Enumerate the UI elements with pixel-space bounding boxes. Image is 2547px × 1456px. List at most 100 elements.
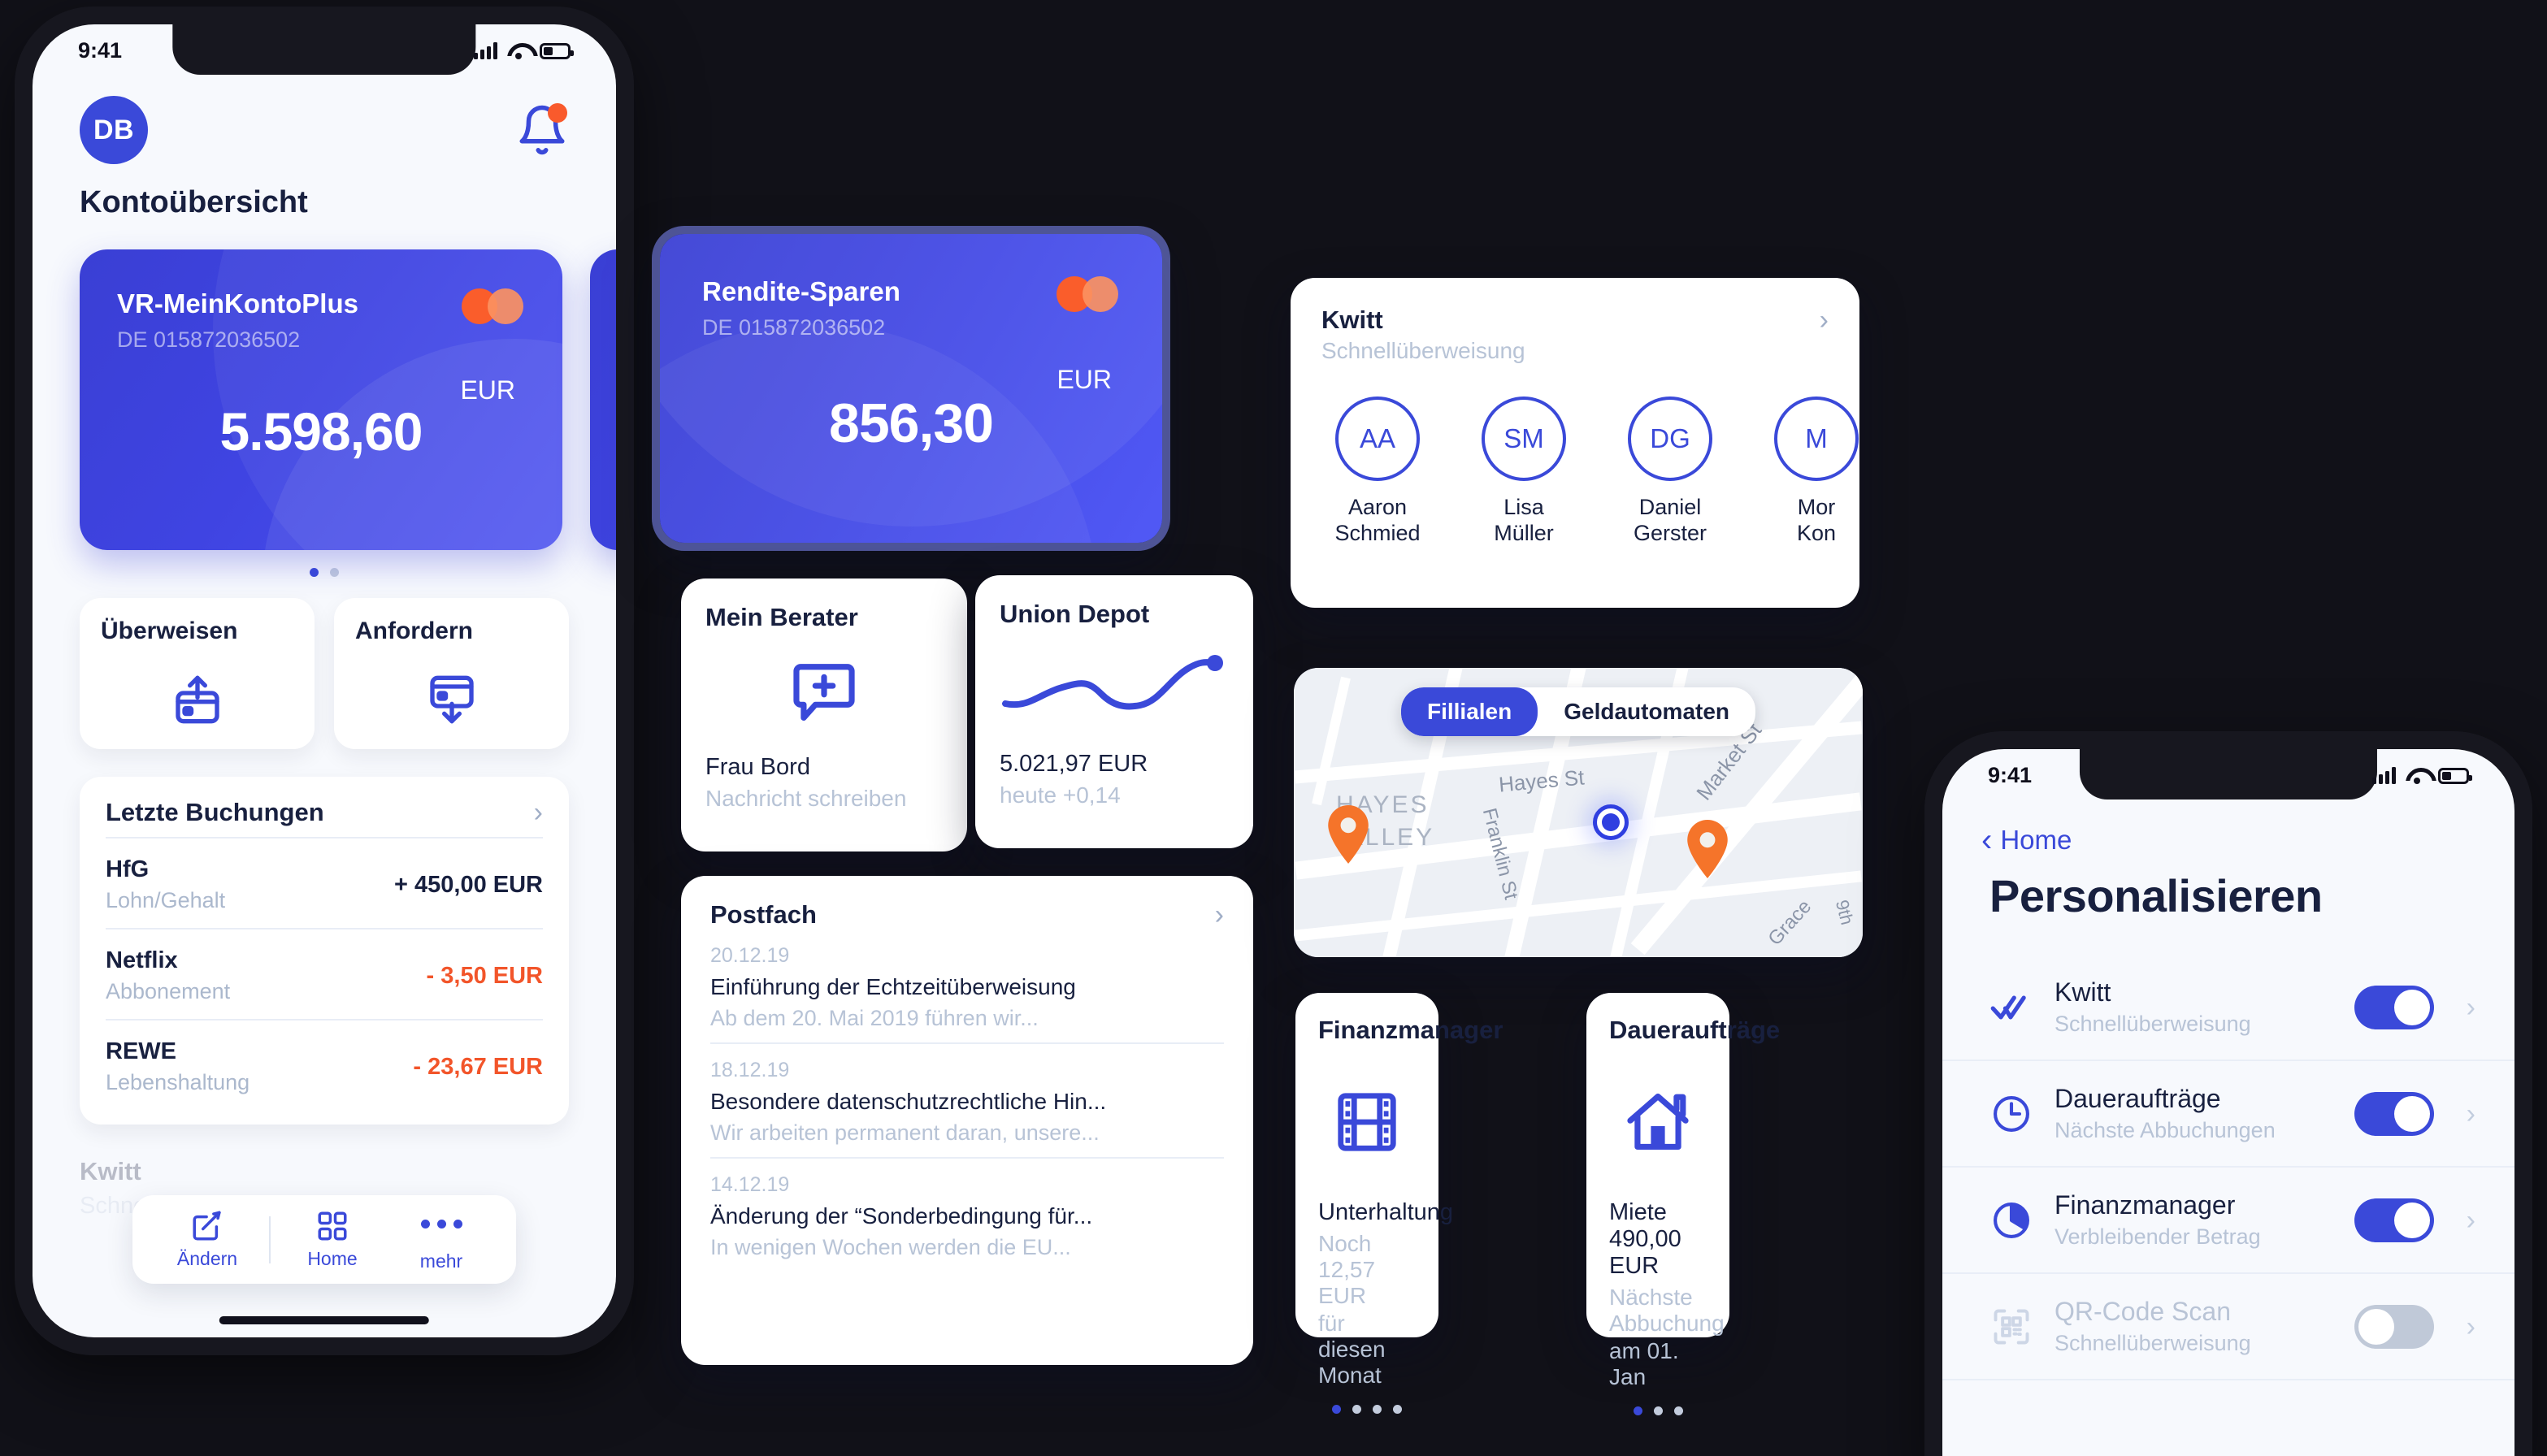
chevron-right-icon[interactable]: › — [2467, 1207, 2475, 1234]
carousel-dots[interactable] — [1609, 1406, 1707, 1415]
table-row[interactable]: HfG Lohn/Gehalt + 450,00 EUR — [106, 837, 543, 928]
phone-right-screen: 9:41 ‹ Home Personalisieren Kwitt Schnel… — [1942, 749, 2514, 1456]
message-subject: Einführung der Echtzeitüberweisung — [710, 974, 1076, 999]
list-item[interactable]: 14.12.19 Änderung der “Sonderbedingung f… — [710, 1159, 1224, 1272]
dauerauftraege-detail-2: am 01. Jan — [1609, 1338, 1679, 1389]
mastercard-icon — [1057, 276, 1118, 312]
avatar: M — [1774, 396, 1859, 481]
setting-row-qr-code-scan[interactable]: QR-Code Scan Schnellüberweisung › — [1942, 1274, 2514, 1380]
chevron-right-icon[interactable]: › — [2467, 1100, 2475, 1128]
action-anfordern[interactable]: Anfordern — [334, 598, 569, 749]
carousel-dots[interactable] — [33, 550, 616, 577]
tab-label: mehr — [419, 1250, 463, 1272]
tab-mehr[interactable]: mehr — [389, 1207, 493, 1272]
avatar[interactable]: DB — [80, 96, 148, 164]
pie-chart-icon — [1989, 1198, 2033, 1242]
dauerauftraege-detail-1: Nächste Abbuchung — [1609, 1285, 1725, 1336]
notification-bell-icon[interactable] — [515, 103, 569, 157]
avatar: AA — [1335, 396, 1420, 481]
finanzmanager-widget-card[interactable]: Finanzmanager Unterhaltung Noch 12,57 EU… — [1295, 993, 1503, 1414]
map-widget-card[interactable]: HAYES VALLEY Hayes St Market St Franklin… — [1294, 668, 1863, 957]
message-date: 14.12.19 — [710, 1173, 790, 1196]
chevron-right-icon[interactable]: › — [2467, 994, 2475, 1021]
carousel-dots[interactable] — [1318, 1405, 1416, 1414]
contact-name: Daniel Gerster — [1633, 495, 1707, 546]
toggle-kwitt[interactable] — [2354, 985, 2434, 1029]
back-label: Home — [2000, 825, 2072, 855]
message-preview: In wenigen Wochen werden die EU... — [710, 1235, 1071, 1259]
message-date: 18.12.19 — [710, 1059, 790, 1081]
depot-amount: 5.021,97 EUR — [1000, 751, 1148, 777]
chevron-right-icon[interactable]: › — [2467, 1313, 2475, 1341]
message-date: 20.12.19 — [710, 944, 790, 967]
berater-title: Mein Berater — [705, 603, 858, 631]
postfach-widget-card[interactable]: Postfach › 20.12.19 Einführung der Echtz… — [681, 876, 1253, 1365]
mastercard-icon — [462, 288, 523, 324]
card-upload-icon — [171, 675, 223, 728]
toggle-qr-code-scan[interactable] — [2354, 1304, 2434, 1349]
list-item[interactable]: 18.12.19 Besondere datenschutzrechtliche… — [710, 1044, 1224, 1159]
depot-title: Union Depot — [1000, 600, 1150, 628]
battery-icon — [540, 43, 574, 59]
phone-left: 9:41 DB Kontoübersicht VR-MeinKontoPlus … — [15, 6, 634, 1355]
dauerauftraege-amount: Miete 490,00 EUR — [1609, 1199, 1681, 1279]
notification-badge — [548, 103, 567, 123]
action-label: Überweisen — [101, 618, 238, 644]
kwitt-ghost-title: Kwitt — [80, 1157, 141, 1185]
transaction-name: HfG — [106, 856, 150, 882]
map-pin-icon[interactable] — [1326, 804, 1370, 864]
floating-account-card[interactable]: Rendite-Sparen DE 015872036502 EUR 856,3… — [660, 234, 1162, 543]
film-icon — [1318, 1045, 1416, 1199]
transactions-header[interactable]: Letzte Buchungen › — [106, 798, 543, 837]
tab-fillialen[interactable]: Fillialen — [1400, 687, 1538, 736]
screenshot-stage: 9:41 DB Kontoübersicht VR-MeinKontoPlus … — [0, 0, 2547, 1456]
berater-widget-card[interactable]: Mein Berater Frau Bord Nachricht schreib… — [681, 578, 967, 852]
setting-name: QR-Code Scan — [2055, 1297, 2231, 1326]
chevron-right-icon[interactable]: › — [534, 799, 543, 826]
setting-row-finanzmanager[interactable]: Finanzmanager Verbleibender Betrag › — [1942, 1168, 2514, 1274]
berater-action[interactable]: Nachricht schreiben — [705, 786, 943, 812]
kwitt-subtitle: Schnellüberweisung — [1321, 338, 1525, 363]
table-row[interactable]: REWE Lebenshaltung - 23,67 EUR — [106, 1019, 543, 1110]
setting-row-kwitt[interactable]: Kwitt Schnellüberweisung › — [1942, 955, 2514, 1061]
account-currency: EUR — [1057, 365, 1112, 394]
table-row[interactable]: Netflix Abbonement - 3,50 EUR — [106, 928, 543, 1019]
tab-aendern[interactable]: Ändern — [155, 1209, 259, 1270]
tab-home[interactable]: Home — [280, 1209, 384, 1270]
list-item[interactable]: M Mor Kon — [1760, 396, 1872, 547]
account-balance: 856,30 — [590, 401, 616, 462]
list-item[interactable]: SM Lisa Müller — [1468, 396, 1580, 547]
message-subject: Besondere datenschutzrechtliche Hin... — [710, 1089, 1107, 1114]
status-bar: 9:41 — [33, 24, 616, 76]
list-item[interactable]: DG Daniel Gerster — [1614, 396, 1726, 547]
list-item[interactable]: AA Aaron Schmied — [1321, 396, 1434, 547]
message-preview: Wir arbeiten permanent daran, unsere... — [710, 1120, 1100, 1145]
list-item[interactable]: 20.12.19 Einführung der Echtzeitüberweis… — [710, 930, 1224, 1044]
kwitt-contacts-list: AA Aaron Schmied SM Lisa Müller DG Daniel G… — [1321, 396, 1859, 547]
toggle-dauerauftraege[interactable] — [2354, 1091, 2434, 1136]
transaction-category: Lebenshaltung — [106, 1070, 250, 1094]
map-pin-icon[interactable] — [1686, 819, 1729, 879]
setting-subtitle: Schnellüberweisung — [2055, 1331, 2251, 1355]
action-label: Anfordern — [355, 618, 473, 644]
chevron-right-icon[interactable]: › — [1820, 306, 1829, 334]
setting-row-dauerauftraege[interactable]: Daueraufträge Nächste Abbuchungen › — [1942, 1061, 2514, 1168]
tab-geldautomaten[interactable]: Geldautomaten — [1538, 687, 1755, 736]
depot-widget-card[interactable]: Union Depot 5.021,97 EUR heute +0,14 — [975, 575, 1253, 848]
dauerauftraege-widget-card[interactable]: Daueraufträge Miete 490,00 EUR Nächste A… — [1586, 993, 1780, 1415]
chevron-right-icon[interactable]: › — [1215, 901, 1224, 929]
account-name: VR-MeinKontoPlus — [117, 288, 358, 318]
status-time: 9:41 — [78, 37, 123, 63]
edit-square-icon — [155, 1209, 259, 1243]
avatar: SM — [1482, 396, 1566, 481]
accounts-carousel[interactable]: VR-MeinKontoPlus DE 015872036502 EUR 5.5… — [33, 220, 616, 550]
account-card[interactable]: Rendite-Sparen DE 015872036502 EUR 856,3… — [590, 249, 616, 550]
action-ueberweisen[interactable]: Überweisen — [80, 598, 315, 749]
account-card[interactable]: VR-MeinKontoPlus DE 015872036502 EUR 5.5… — [80, 249, 562, 550]
account-iban: DE 015872036502 — [702, 315, 886, 340]
battery-icon — [2438, 768, 2472, 784]
transaction-name: Netflix — [106, 947, 178, 973]
toggle-finanzmanager[interactable] — [2354, 1198, 2434, 1242]
kwitt-widget-card[interactable]: Kwitt › Schnellüberweisung AA Aaron Schmi… — [1291, 278, 1859, 608]
map-street-label: 9th — [1831, 898, 1858, 927]
